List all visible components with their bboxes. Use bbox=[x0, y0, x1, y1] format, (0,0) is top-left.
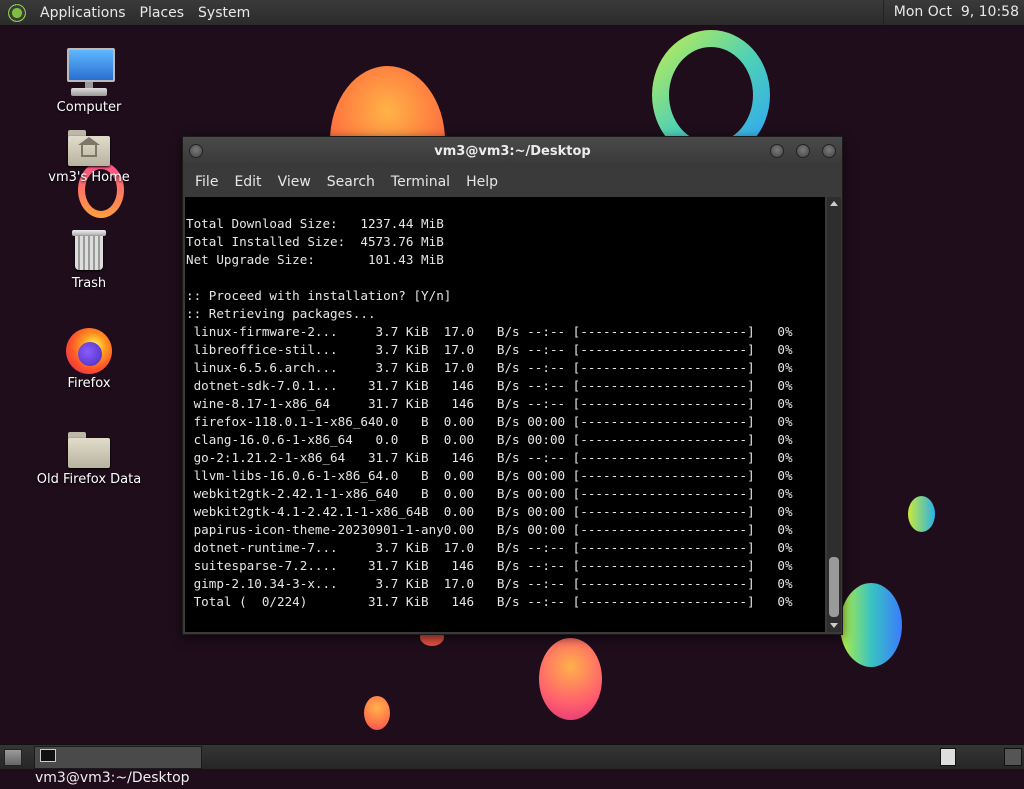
terminal-line: Total Installed Size: 4573.76 MiB bbox=[186, 234, 444, 249]
taskbar-item-terminal[interactable]: vm3@vm3:~/Desktop bbox=[34, 746, 202, 786]
scrollbar-thumb[interactable] bbox=[829, 557, 839, 617]
terminal-line: go-2:1.21.2-1-x86_64 31.7 KiB 146 B/s --… bbox=[186, 450, 793, 465]
workspace-1[interactable] bbox=[940, 748, 956, 766]
terminal-line: clang-16.0.6-1-x86_64 0.0 B 0.00 B/s 00:… bbox=[186, 432, 793, 447]
scroll-down-arrow-icon[interactable] bbox=[830, 623, 838, 628]
desktop-icon-firefox[interactable]: Firefox bbox=[34, 328, 144, 391]
menu-places[interactable]: Places bbox=[133, 5, 192, 21]
menu-help[interactable]: Help bbox=[458, 174, 506, 190]
desktop-icon-trash[interactable]: Trash bbox=[34, 226, 144, 291]
terminal-line: linux-6.5.6.arch... 3.7 KiB 17.0 B/s --:… bbox=[186, 360, 793, 375]
terminal-line: Net Upgrade Size: 101.43 MiB bbox=[186, 252, 444, 267]
top-panel: Applications Places System Mon Oct 9, 10… bbox=[0, 0, 1024, 26]
menu-view[interactable]: View bbox=[270, 174, 319, 190]
computer-icon bbox=[65, 46, 115, 98]
taskbar-item-label: vm3@vm3:~/Desktop bbox=[35, 770, 190, 786]
menu-terminal[interactable]: Terminal bbox=[383, 174, 458, 190]
folder-icon bbox=[66, 430, 112, 470]
terminal-menubar: File Edit View Search Terminal Help bbox=[183, 167, 842, 197]
wallpaper-green-bubble bbox=[908, 496, 935, 532]
terminal-line: linux-firmware-2... 3.7 KiB 17.0 B/s --:… bbox=[186, 324, 793, 339]
desktop-icon-label: Old Firefox Data bbox=[36, 472, 142, 487]
menu-applications[interactable]: Applications bbox=[33, 5, 133, 21]
terminal-line: libreoffice-stil... 3.7 KiB 17.0 B/s --:… bbox=[186, 342, 793, 357]
desktop-icon-home[interactable]: vm3's Home bbox=[34, 128, 144, 185]
terminal-line: papirus-icon-theme-20230901-1-any0.00 B/… bbox=[186, 522, 793, 537]
maximize-button[interactable] bbox=[796, 144, 810, 158]
desktop-icon-old-firefox-data[interactable]: Old Firefox Data bbox=[34, 430, 144, 487]
desktop-icon-label: vm3's Home bbox=[48, 170, 130, 185]
menu-system[interactable]: System bbox=[191, 5, 257, 21]
terminal-line: suitesparse-7.2.... 31.7 KiB 146 B/s --:… bbox=[186, 558, 793, 573]
menu-file[interactable]: File bbox=[187, 174, 226, 190]
terminal-line: Total ( 0/224) 31.7 KiB 146 B/s --:-- [-… bbox=[186, 594, 793, 609]
terminal-line: dotnet-runtime-7... 3.7 KiB 17.0 B/s --:… bbox=[186, 540, 793, 555]
terminal-line: gimp-2.10.34-3-x... 3.7 KiB 17.0 B/s --:… bbox=[186, 576, 793, 591]
scroll-up-arrow-icon[interactable] bbox=[830, 201, 838, 206]
window-menu-button[interactable] bbox=[189, 144, 203, 158]
home-folder-icon bbox=[66, 128, 112, 168]
wallpaper-large-bubble bbox=[840, 583, 902, 667]
menu-edit[interactable]: Edit bbox=[226, 174, 269, 190]
terminal-scrollbar[interactable] bbox=[827, 197, 841, 632]
window-titlebar[interactable]: vm3@vm3:~/Desktop bbox=[183, 137, 842, 167]
window-title: vm3@vm3:~/Desktop bbox=[434, 144, 591, 159]
terminal-line: webkit2gtk-4.1-2.42.1-1-x86_64B 0.00 B/s… bbox=[186, 504, 793, 519]
firefox-icon bbox=[66, 328, 112, 374]
terminal-line: :: Proceed with installation? [Y/n] bbox=[186, 288, 452, 303]
terminal-line: :: Retrieving packages... bbox=[186, 306, 376, 321]
clock[interactable]: Mon Oct 9, 10:58 bbox=[882, 0, 1019, 25]
terminal-icon bbox=[40, 749, 56, 762]
desktop-icon-label: Computer bbox=[56, 100, 122, 115]
trash-icon bbox=[69, 226, 109, 274]
terminal-line: llvm-libs-16.0.6-1-x86_64.0 B 0.00 B/s 0… bbox=[186, 468, 793, 483]
desktop-icon-computer[interactable]: Computer bbox=[34, 46, 144, 115]
close-button[interactable] bbox=[822, 144, 836, 158]
desktop-icon-label: Firefox bbox=[67, 376, 111, 391]
minimize-button[interactable] bbox=[770, 144, 784, 158]
menu-search[interactable]: Search bbox=[319, 174, 383, 190]
terminal-line: firefox-118.0.1-1-x86_640.0 B 0.00 B/s 0… bbox=[186, 414, 793, 429]
workspace-2[interactable] bbox=[1004, 748, 1022, 766]
mate-logo-icon[interactable] bbox=[7, 2, 27, 23]
terminal-window[interactable]: vm3@vm3:~/Desktop File Edit View Search … bbox=[182, 136, 843, 635]
terminal-line: dotnet-sdk-7.0.1... 31.7 KiB 146 B/s --:… bbox=[186, 378, 793, 393]
terminal-line: Total Download Size: 1237.44 MiB bbox=[186, 216, 444, 231]
show-desktop-icon[interactable] bbox=[4, 749, 22, 766]
terminal-text: Total Download Size: 1237.44 MiB Total I… bbox=[185, 197, 825, 611]
bottom-panel: vm3@vm3:~/Desktop bbox=[0, 744, 1024, 786]
wallpaper-pink-bubble bbox=[539, 638, 602, 720]
terminal-line: wine-8.17-1-x86_64 31.7 KiB 146 B/s --:-… bbox=[186, 396, 793, 411]
desktop-icon-label: Trash bbox=[71, 276, 107, 291]
terminal-line: webkit2gtk-2.42.1-1-x86_640 B 0.00 B/s 0… bbox=[186, 486, 793, 501]
terminal-output[interactable]: Total Download Size: 1237.44 MiB Total I… bbox=[185, 197, 825, 632]
wallpaper-small-bubble bbox=[364, 696, 390, 730]
